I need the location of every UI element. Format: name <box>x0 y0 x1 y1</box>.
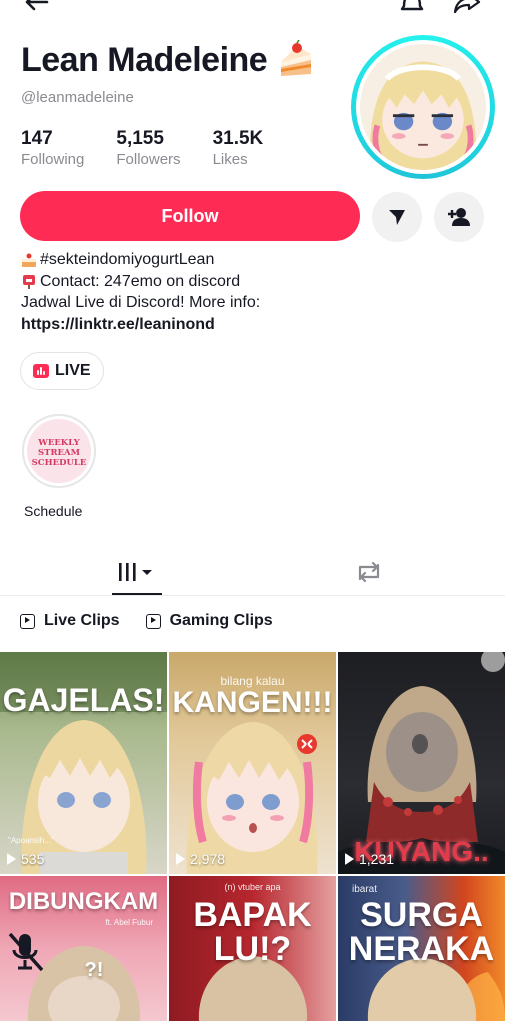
video-extra-text: ?! <box>84 959 104 981</box>
video-thumbnail[interactable]: bilang kalau KANGEN!!! 2,978 <box>169 652 336 874</box>
video-title-line: NERAKA <box>348 930 495 968</box>
profile-stats: 147 Following 5,155 Followers 31.5K Like… <box>21 128 295 170</box>
playlists-row: Live Clips Gaming Clips <box>20 612 299 630</box>
video-thumbnail[interactable]: DIBUNGKAM ft. Abel Fubur ?! <box>0 876 167 1021</box>
playlist-icon <box>20 613 35 629</box>
live-icon <box>33 364 49 378</box>
video-caption: (n) vtuber apa <box>224 882 281 892</box>
send-icon <box>389 210 405 225</box>
video-thumbnail[interactable]: ibarat SURGA NERAKA <box>338 876 505 1021</box>
highlight-cover: WEEKLY STREAM SCHEDULE <box>22 414 96 488</box>
mailbox-icon <box>23 275 35 290</box>
stat-value: 147 <box>21 128 53 149</box>
live-label: LIVE <box>55 362 91 379</box>
view-count: 2,978 <box>176 851 225 867</box>
stat-followers[interactable]: 5,155 Followers <box>116 128 180 170</box>
cake-icon <box>22 253 36 267</box>
add-friend-button[interactable] <box>434 192 484 242</box>
view-count: 535 <box>7 851 44 867</box>
cake-emoji-icon <box>281 40 312 76</box>
play-icon <box>176 853 185 865</box>
video-thumbnail[interactable]: (n) vtuber apa BAPAK LU!? <box>169 876 336 1021</box>
stat-label: Likes <box>212 151 248 168</box>
bio-line: Jadwal Live di Discord! More info: <box>21 292 260 314</box>
video-caption: ft. Abel Fubur <box>105 918 153 927</box>
bio-schedule-text: Jadwal Live di Discord! More info: <box>21 294 261 311</box>
content-tabs <box>0 548 505 596</box>
bio-contact: Contact: 247emo on discord <box>40 272 241 290</box>
playlist-live-clips[interactable]: Live Clips <box>20 612 120 630</box>
live-button[interactable]: LIVE <box>20 352 104 390</box>
avatar[interactable] <box>351 35 495 179</box>
add-user-icon <box>448 208 470 226</box>
play-icon <box>345 853 354 865</box>
stat-value: 5,155 <box>116 128 164 149</box>
highlight-cover-image: WEEKLY STREAM SCHEDULE <box>27 419 91 483</box>
tab-active-indicator <box>112 593 162 595</box>
bio-line: Contact: 247emo on discord <box>21 271 260 293</box>
tab-reposts[interactable] <box>352 548 386 596</box>
video-caption: "Apoansih..." <box>8 836 54 845</box>
highlight-cover-text: STREAM <box>37 448 80 458</box>
view-count-value: 2,978 <box>190 851 226 867</box>
stat-likes[interactable]: 31.5K Likes <box>213 128 264 170</box>
profile-name-row: Lean Madeleine <box>21 40 315 80</box>
highlight-cover-text: WEEKLY <box>38 438 80 448</box>
highlight-cover-text: SCHEDULE <box>31 458 87 468</box>
bio-line: https://linktr.ee/leaninond <box>21 314 260 336</box>
message-button[interactable] <box>372 192 422 242</box>
bio-hashtag[interactable]: #sekteindomiyogurtLean <box>40 249 214 271</box>
play-icon <box>7 853 16 865</box>
bio-line: #sekteindomiyogurtLean <box>21 249 260 271</box>
grid-icon <box>119 563 152 581</box>
playlist-icon <box>145 613 161 629</box>
playlist-label: Live Clips <box>44 612 120 629</box>
bio-link[interactable]: https://linktr.ee/leaninond <box>21 314 215 336</box>
avatar-frame <box>356 40 490 174</box>
playlist-label: Gaming Clips <box>169 612 273 629</box>
top-bar <box>0 0 505 20</box>
stat-following[interactable]: 147 Following <box>21 128 84 170</box>
tab-videos[interactable] <box>112 548 162 596</box>
profile-bio: #sekteindomiyogurtLean Contact: 247emo o… <box>21 249 260 335</box>
video-caption: ibarat <box>352 884 378 895</box>
video-title-line: SURGA <box>360 896 483 934</box>
video-title: KANGEN!!! <box>172 686 333 719</box>
avatar-image <box>360 44 486 170</box>
profile-name: Lean Madeleine <box>21 40 268 79</box>
view-count-value: 1,231 <box>359 851 395 867</box>
video-title-line: BAPAK <box>193 896 312 934</box>
view-count-value: 535 <box>21 851 45 867</box>
video-title: GAJELAS! <box>2 682 165 718</box>
stat-label: Followers <box>116 151 181 168</box>
muted-mic-icon <box>8 932 44 972</box>
repost-icon <box>358 561 380 583</box>
video-thumbnail[interactable]: GAJELAS! "Apoansih..." 535 <box>0 652 167 874</box>
playlist-gaming-clips[interactable]: Gaming Clips <box>145 612 273 630</box>
video-title: DIBUNGKAM <box>8 888 159 915</box>
follow-button[interactable]: Follow <box>20 191 360 241</box>
stat-label: Following <box>21 151 85 168</box>
video-thumbnail[interactable]: KUYANG.. 1,231 <box>338 652 505 874</box>
share-icon[interactable] <box>452 0 482 18</box>
video-grid: GAJELAS! "Apoansih..." 535 bilang kalau … <box>0 652 505 1021</box>
profile-handle: @leanmadeleine <box>21 89 134 106</box>
highlight-schedule[interactable]: WEEKLY STREAM SCHEDULE <box>22 414 96 494</box>
stat-value: 31.5K <box>212 128 264 149</box>
highlight-label: Schedule <box>24 503 83 519</box>
back-arrow-icon[interactable] <box>22 0 50 16</box>
avatar-illustration <box>360 44 486 170</box>
video-title-line: LU!? <box>213 930 292 968</box>
view-count: 1,231 <box>345 851 394 867</box>
bell-icon[interactable] <box>398 0 426 18</box>
